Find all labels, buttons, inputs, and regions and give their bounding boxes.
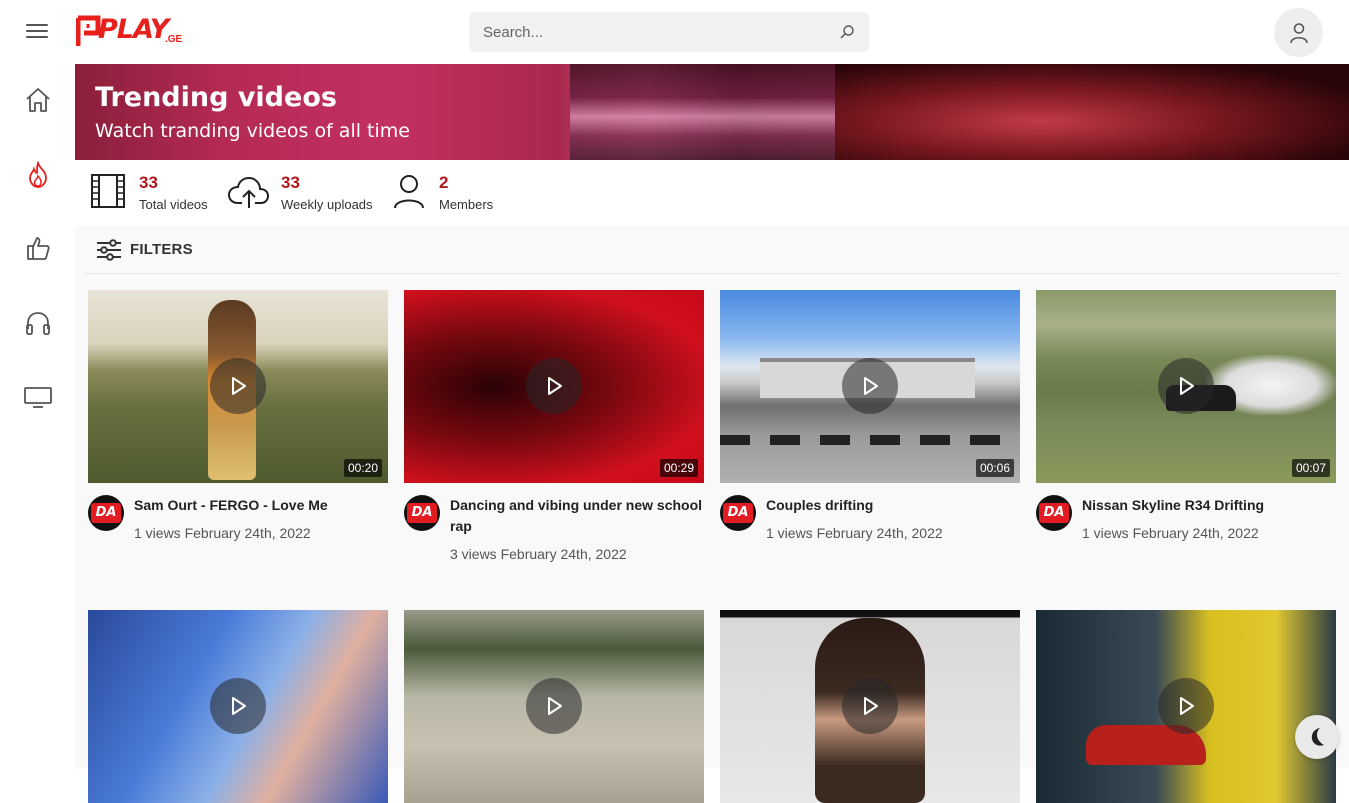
sidebar-item-music[interactable] xyxy=(22,307,54,339)
video-thumbnail[interactable]: 00:07 xyxy=(1036,290,1336,483)
stat-value: 33 xyxy=(139,173,158,192)
video-title[interactable]: Dancing and vibing under new school rap xyxy=(450,495,704,537)
video-title[interactable]: Nissan Skyline R34 Drifting xyxy=(1082,495,1336,516)
play-button[interactable] xyxy=(210,678,266,734)
filters-toggle[interactable]: FILTERS xyxy=(84,226,1341,274)
monitor-icon xyxy=(24,387,52,408)
video-card[interactable]: 00:20 DA Sam Ourt - FERGO - Love Me 1 vi… xyxy=(88,290,388,573)
channel-avatar[interactable]: DA xyxy=(404,495,440,531)
thumbs-up-icon xyxy=(27,237,50,260)
moon-icon xyxy=(1311,728,1324,746)
stat-value: 33 xyxy=(281,173,300,192)
home-icon xyxy=(26,88,50,112)
account-button[interactable] xyxy=(1274,8,1323,57)
search-icon[interactable] xyxy=(839,24,855,40)
play-icon xyxy=(548,377,562,395)
video-card[interactable] xyxy=(720,610,1020,803)
play-icon xyxy=(548,697,562,715)
search-bar xyxy=(469,12,869,52)
channel-avatar[interactable]: DA xyxy=(1036,495,1072,531)
video-card[interactable]: 00:29 DA Dancing and vibing under new sc… xyxy=(404,290,704,573)
sidebar-item-trending[interactable] xyxy=(22,159,54,191)
play-button[interactable] xyxy=(526,358,582,414)
video-thumbnail[interactable] xyxy=(404,610,704,803)
banner-title: Trending videos xyxy=(95,82,337,113)
top-bar: PLAY .GE xyxy=(0,0,1349,64)
video-duration: 00:07 xyxy=(1291,459,1330,477)
search-input[interactable] xyxy=(469,12,809,52)
play-icon xyxy=(232,697,246,715)
channel-avatar[interactable]: DA xyxy=(88,495,124,531)
sidebar xyxy=(0,64,75,768)
trending-banner: Trending videos Watch tranding videos of… xyxy=(75,64,1349,160)
stat-label: Members xyxy=(439,197,494,212)
sidebar-item-tv[interactable] xyxy=(22,381,54,413)
sidebar-item-liked[interactable] xyxy=(22,232,54,264)
film-icon xyxy=(91,174,125,208)
logo[interactable]: PLAY .GE xyxy=(76,14,183,50)
video-thumbnail[interactable] xyxy=(720,610,1020,803)
stat-members: 2 Members xyxy=(389,172,493,212)
banner-subtitle: Watch tranding videos of all time xyxy=(95,120,410,142)
video-card[interactable]: 00:06 DA Couples drifting 1 views Februa… xyxy=(720,290,1020,573)
video-thumbnail[interactable]: 00:20 xyxy=(88,290,388,483)
video-thumbnail[interactable]: 00:29 xyxy=(404,290,704,483)
stat-weekly-uploads: 33 Weekly uploads xyxy=(227,172,373,212)
video-duration: 00:29 xyxy=(659,459,698,477)
video-info: 1 views February 24th, 2022 xyxy=(134,525,311,541)
channel-avatar[interactable]: DA xyxy=(720,495,756,531)
hamburger-menu-icon[interactable] xyxy=(24,20,50,44)
video-info: 3 views February 24th, 2022 xyxy=(450,546,627,562)
video-section: FILTERS 00:20 DA Sam Ourt - FERGO - Love… xyxy=(75,226,1349,803)
play-button[interactable] xyxy=(1158,678,1214,734)
user-icon xyxy=(394,175,424,209)
logo-suffix: .GE xyxy=(165,34,183,45)
video-thumbnail[interactable] xyxy=(88,610,388,803)
stat-label: Weekly uploads xyxy=(281,197,373,212)
logo-text: PLAY xyxy=(98,14,169,45)
video-title[interactable]: Couples drifting xyxy=(766,495,1020,516)
play-button[interactable] xyxy=(842,358,898,414)
stat-label: Total videos xyxy=(139,197,208,212)
play-icon xyxy=(1180,697,1194,715)
video-title[interactable]: Sam Ourt - FERGO - Love Me xyxy=(134,495,388,516)
sidebar-item-home[interactable] xyxy=(22,84,54,116)
play-icon xyxy=(864,697,878,715)
banner-image xyxy=(570,64,860,160)
video-card[interactable]: 00:07 DA Nissan Skyline R34 Drifting 1 v… xyxy=(1036,290,1336,573)
sliders-icon xyxy=(97,238,121,261)
video-duration: 00:20 xyxy=(343,459,382,477)
video-info: 1 views February 24th, 2022 xyxy=(766,525,943,541)
stats-bar: 33 Total videos 33 Weekly uploads 2 Memb… xyxy=(75,160,1349,226)
video-thumbnail[interactable]: 00:06 xyxy=(720,290,1020,483)
play-button[interactable] xyxy=(1158,358,1214,414)
video-duration: 00:06 xyxy=(975,459,1014,477)
video-card[interactable] xyxy=(404,610,704,803)
video-card[interactable] xyxy=(88,610,388,803)
play-icon xyxy=(232,377,246,395)
user-icon xyxy=(1289,22,1308,43)
video-thumbnail[interactable] xyxy=(1036,610,1336,803)
play-button[interactable] xyxy=(210,358,266,414)
play-icon xyxy=(864,377,878,395)
play-button[interactable] xyxy=(526,678,582,734)
play-icon xyxy=(1180,377,1194,395)
play-button[interactable] xyxy=(842,678,898,734)
stat-value: 2 xyxy=(439,173,449,192)
headphones-icon xyxy=(26,312,50,335)
filters-label: FILTERS xyxy=(130,241,193,258)
cloud-upload-icon xyxy=(227,176,270,208)
fire-icon xyxy=(29,161,47,188)
video-info: 1 views February 24th, 2022 xyxy=(1082,525,1259,541)
stat-total-videos: 33 Total videos xyxy=(89,172,208,212)
dark-mode-toggle[interactable] xyxy=(1295,715,1339,759)
video-card[interactable] xyxy=(1036,610,1336,803)
